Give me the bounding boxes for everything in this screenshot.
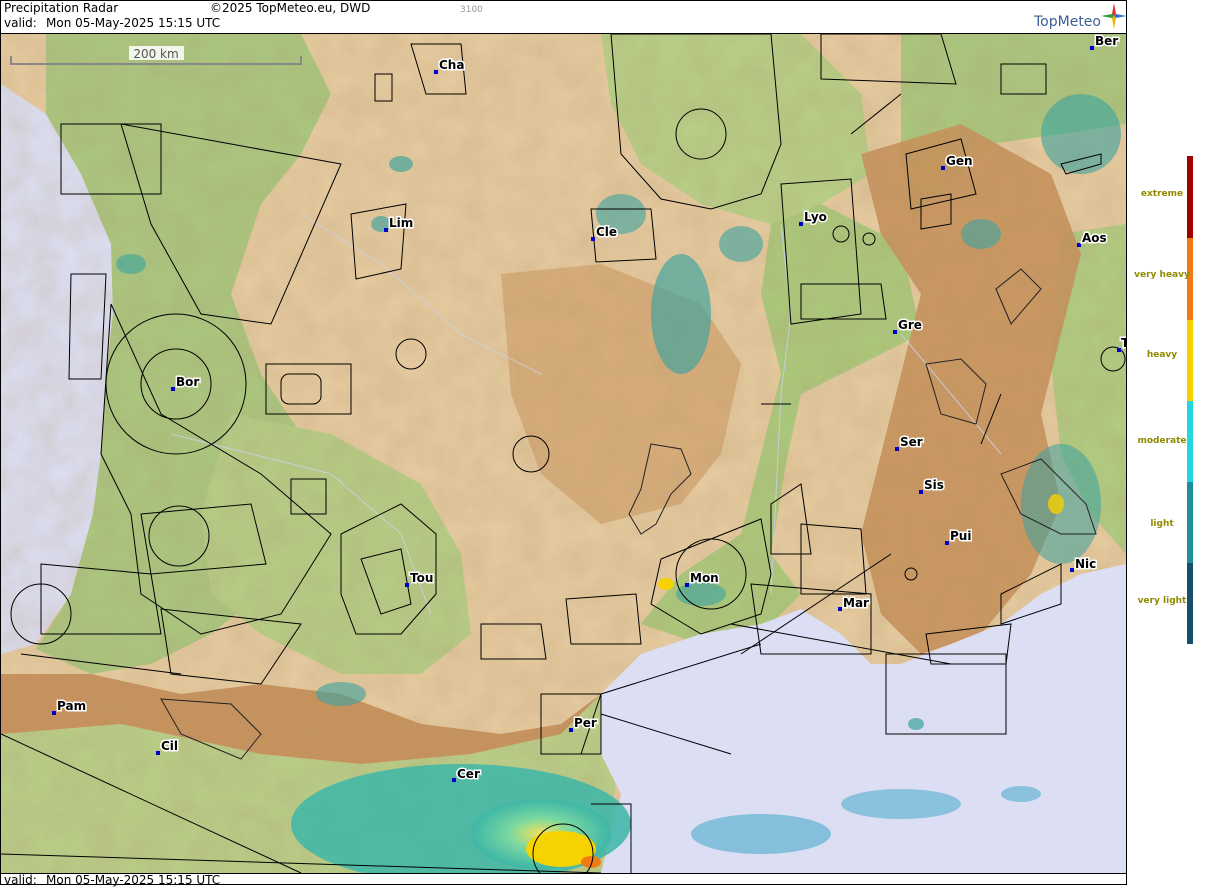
city-bor[interactable]: Bor	[171, 374, 201, 391]
city-label-aos: Aos	[1082, 231, 1107, 245]
city-cer[interactable]: Cer	[452, 766, 481, 783]
city-label-per: Per	[574, 716, 597, 730]
city-label-ser: Ser	[900, 435, 923, 449]
city-pam[interactable]: Pam	[52, 698, 88, 715]
legend-label-moderate: moderate	[1137, 436, 1187, 446]
city-label-gre: Gre	[898, 318, 922, 332]
city-label-lim: Lim	[389, 216, 413, 230]
city-per[interactable]: Per	[569, 715, 598, 732]
footer-valid-label: valid:	[4, 873, 37, 887]
legend-label-light: light	[1150, 519, 1174, 529]
city-label-cil: Cil	[161, 739, 178, 753]
legend-label-very-heavy: very heavy	[1134, 270, 1190, 280]
city-label-cer: Cer	[457, 767, 480, 781]
valid-time: Mon 05-May-2025 15:15 UTC	[46, 16, 221, 30]
product-title: Precipitation Radar	[4, 1, 119, 15]
city-label-mar: Mar	[843, 596, 869, 610]
city-label-sis: Sis	[924, 478, 944, 492]
legend-bar-heavy	[1187, 320, 1193, 401]
city-lyo[interactable]: Lyo	[799, 209, 828, 226]
city-label-gen: Gen	[946, 154, 973, 168]
legend-label-very-light: very light	[1137, 596, 1187, 606]
city-label-mon: Mon	[690, 571, 719, 585]
city-label-nic: Nic	[1075, 557, 1096, 571]
city-label-cle: Cle	[596, 225, 617, 239]
copyright-text: ©2025 TopMeteo.eu, DWD	[210, 1, 371, 15]
city-cha[interactable]: Cha	[434, 57, 466, 74]
city-label-pam: Pam	[57, 699, 86, 713]
scale-label: 200 km	[133, 47, 178, 61]
city-label-tou: Tou	[410, 571, 433, 585]
city-ber[interactable]: Ber	[1090, 34, 1120, 50]
city-label-tu: Tu	[1121, 336, 1126, 350]
city-label-pui: Pui	[950, 529, 971, 543]
city-label-ber: Ber	[1095, 34, 1118, 48]
city-gre[interactable]: Gre	[893, 317, 923, 334]
map-code: 3100	[460, 5, 483, 15]
footer-valid-time: Mon 05-May-2025 15:15 UTC	[46, 873, 221, 887]
city-label-bor: Bor	[176, 375, 199, 389]
city-lim[interactable]: Lim	[384, 215, 415, 232]
legend-label-extreme: extreme	[1140, 189, 1184, 199]
city-tou[interactable]: Tou	[405, 570, 435, 587]
radar-map[interactable]: 200 km Cha Ber Gen Lim Cle Lyo Aos Gre B…	[1, 33, 1126, 874]
topmeteo-logo: TopMeteo	[1034, 14, 1101, 30]
compass-star-icon	[1101, 3, 1127, 29]
city-ser[interactable]: Ser	[895, 434, 924, 451]
city-aos[interactable]: Aos	[1077, 230, 1108, 247]
legend-label-heavy: heavy	[1146, 350, 1178, 360]
valid-label: valid:	[4, 16, 37, 30]
city-mon[interactable]: Mon	[685, 570, 720, 587]
city-label-lyo: Lyo	[804, 210, 827, 224]
city-gen[interactable]: Gen	[941, 153, 974, 170]
city-label-cha: Cha	[439, 58, 464, 72]
city-mar[interactable]: Mar	[838, 595, 871, 612]
